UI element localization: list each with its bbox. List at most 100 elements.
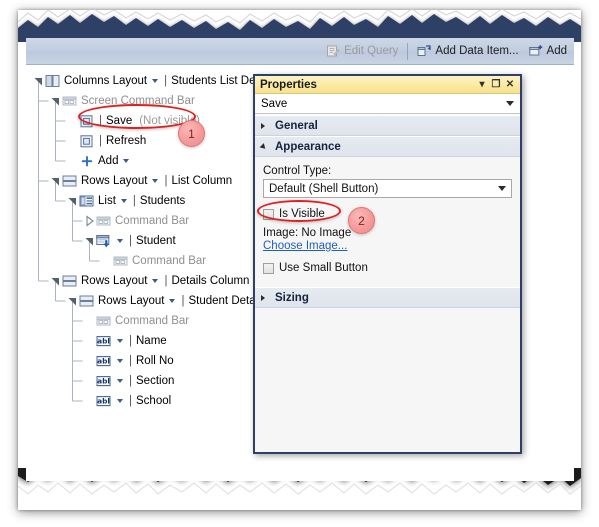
tree-row-dropdown-caret-icon[interactable] [169, 299, 176, 303]
torn-top-edge [18, 8, 581, 42]
columns-layout-icon [45, 74, 61, 89]
edit-query-label: Edit Query [344, 45, 399, 57]
add-data-item-button[interactable]: Add Data Item... [412, 42, 523, 60]
add-data-item-label: Add Data Item... [435, 45, 519, 57]
expander-down-icon [259, 141, 271, 153]
command-bar-icon [113, 254, 129, 269]
text-field-icon: abl [96, 334, 112, 349]
tree-expander-expanded-icon[interactable] [32, 71, 45, 91]
tree-expander-placeholder [83, 311, 96, 331]
add-button[interactable]: Add [524, 42, 572, 60]
tree-row-name: Save [106, 115, 133, 127]
tree-row-separator: | [99, 115, 102, 127]
add-icon [528, 44, 543, 58]
tree-row-dropdown-caret-icon[interactable] [117, 239, 123, 243]
list-icon [79, 194, 95, 209]
appearance-section-content: Control Type: Default (Shell Button) Is … [255, 157, 520, 287]
use-small-button-label: Use Small Button [279, 262, 368, 274]
screenshot-root: Edit Query Add Data Item... Add Columns … [0, 0, 599, 527]
tree-expander-collapsed-icon[interactable] [83, 211, 96, 231]
tree-expander-expanded-icon[interactable] [49, 271, 62, 291]
tree-row-dropdown-caret-icon[interactable] [117, 339, 123, 343]
command-bar-icon [62, 94, 78, 109]
use-small-button-row[interactable]: Use Small Button [263, 259, 512, 277]
add-data-item-icon [417, 44, 432, 58]
svg-text:abl: abl [97, 336, 110, 345]
tree-row-name: Details Column [171, 275, 250, 287]
tree-row-separator: | [129, 235, 132, 247]
chevron-down-icon [498, 186, 506, 191]
is-visible-row[interactable]: Is Visible [263, 205, 512, 223]
tree-row-type-label: List [98, 195, 116, 207]
tree-row-separator: | [164, 275, 168, 287]
tree-row-type-label: Add [98, 155, 119, 167]
tree-row-name: List Column [171, 175, 233, 187]
tree-row-name: Section [136, 375, 175, 387]
properties-body: General Appearance Control Type: Default… [255, 115, 520, 452]
use-small-button-checkbox[interactable] [263, 262, 274, 274]
svg-text:abl: abl [97, 376, 110, 385]
control-type-value: Default (Shell Button) [269, 182, 379, 195]
tree-row-separator: | [129, 395, 132, 407]
tree-row-dropdown-caret-icon[interactable] [152, 79, 159, 83]
tree-expander-placeholder [83, 351, 96, 371]
shell-button-icon [79, 114, 95, 129]
tree-row-separator: | [181, 295, 185, 307]
tree-row-name: Student [136, 235, 176, 247]
tree-expander-expanded-icon[interactable] [49, 91, 62, 111]
tree-row-dropdown-caret-icon[interactable] [152, 179, 159, 183]
tree-row-type-label: Rows Layout [98, 295, 165, 307]
tree-expander-expanded-icon[interactable] [83, 231, 96, 251]
edit-query-button[interactable]: Edit Query [321, 42, 403, 60]
tree-row-dropdown-caret-icon[interactable] [117, 359, 123, 363]
section-header-general[interactable]: General [255, 115, 520, 136]
tree-row-separator: | [132, 195, 136, 207]
tree-row-type-label: Command Bar [115, 215, 190, 227]
section-header-sizing[interactable]: Sizing [255, 287, 520, 308]
tree-row-name: Name [136, 335, 167, 347]
tree-row-separator: | [164, 75, 168, 87]
tree-row-dropdown-caret-icon[interactable] [152, 279, 159, 283]
object-selector-value: Save [261, 97, 288, 110]
tree-row-name: Roll No [136, 355, 174, 367]
rows-layout-icon [62, 274, 78, 289]
choose-image-link[interactable]: Choose Image... [263, 240, 512, 252]
object-selector-combo[interactable]: Save [255, 94, 520, 114]
tree-expander-placeholder [66, 111, 79, 131]
section-header-appearance[interactable]: Appearance [255, 136, 520, 157]
tree-row-name: School [136, 395, 172, 407]
torn-top-svg [18, 8, 581, 42]
section-general-label: General [275, 119, 318, 132]
tree-row-separator: | [129, 335, 132, 347]
window-menu-chevron-down-icon[interactable]: ▾ [475, 78, 489, 92]
tree-row-dropdown-caret-icon[interactable] [117, 379, 123, 383]
close-icon[interactable]: ✕ [503, 78, 517, 92]
plus-icon [79, 154, 95, 169]
screen-designer-toolbar: Edit Query Add Data Item... Add [26, 38, 574, 65]
tree-expander-expanded-icon[interactable] [49, 171, 62, 191]
tree-row-dropdown-caret-icon[interactable] [117, 399, 123, 403]
section-sizing-label: Sizing [275, 291, 309, 304]
tree-expander-expanded-icon[interactable] [66, 191, 79, 211]
maximize-restore-icon[interactable]: ❐ [489, 78, 503, 92]
tree-row-dropdown-caret-icon[interactable] [120, 199, 127, 203]
control-type-combo[interactable]: Default (Shell Button) [263, 179, 512, 198]
shell-button-icon [79, 134, 95, 149]
screen-icon [96, 234, 112, 249]
command-bar-icon [96, 314, 112, 329]
tree-expander-placeholder [83, 391, 96, 411]
svg-text:abl: abl [97, 356, 110, 365]
tree-row-dropdown-caret-icon[interactable] [123, 159, 130, 163]
tree-expander-expanded-icon[interactable] [66, 291, 79, 311]
annotation-badge-2: 2 [348, 207, 375, 234]
is-visible-checkbox[interactable] [263, 208, 274, 220]
properties-title-label: Properties [260, 78, 317, 91]
rows-layout-icon [62, 174, 78, 189]
tree-expander-placeholder [66, 131, 79, 151]
svg-text:abl: abl [97, 396, 110, 405]
annotation-badge-1: 1 [178, 120, 205, 147]
annotation-badge-2-number: 2 [358, 213, 365, 228]
tree-row-type-label: Rows Layout [81, 175, 148, 187]
properties-title-bar: Properties ▾ ❐ ✕ [255, 76, 520, 94]
text-field-icon: abl [96, 354, 112, 369]
